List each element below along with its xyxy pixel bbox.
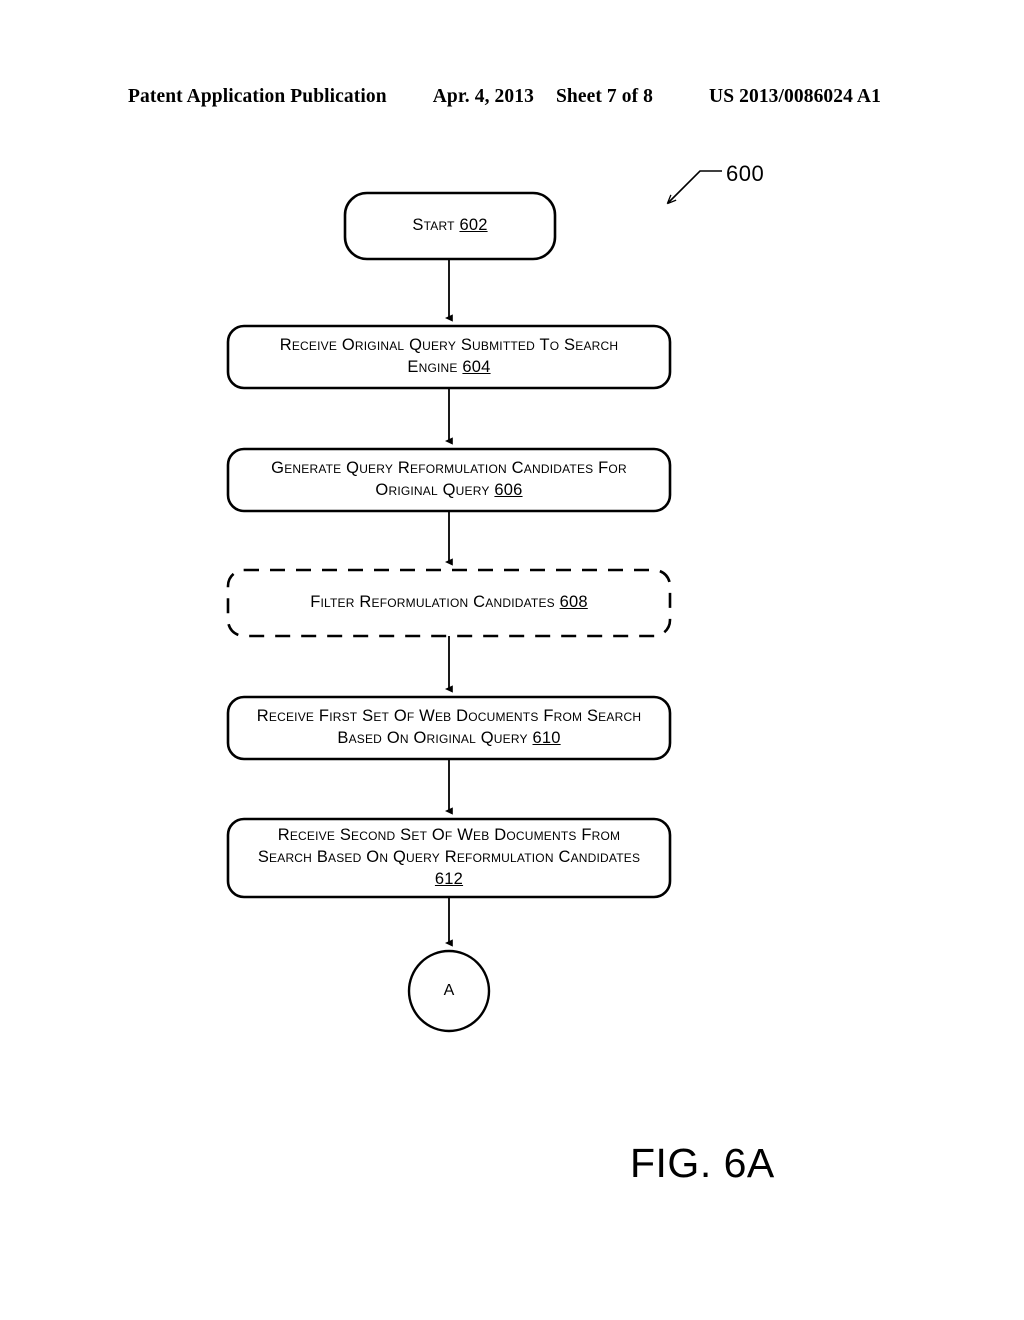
node-shape-connector-a <box>407 949 491 1033</box>
node-shape-step-608 <box>226 568 672 638</box>
flowchart-figure-600: Start 602 Receive Original Query Submitt… <box>0 0 1024 1320</box>
node-shape-start <box>343 191 557 261</box>
figure-caption: FIG. 6A <box>630 1140 775 1186</box>
lead-line-600 <box>666 170 722 205</box>
flowchart-canvas <box>226 170 722 1033</box>
node-shape-step-604 <box>226 324 672 390</box>
figure-reference-numeral-600: 600 <box>726 161 765 186</box>
node-shape-step-612 <box>226 817 672 899</box>
node-shape-step-610 <box>226 695 672 761</box>
node-shape-step-606 <box>226 447 672 513</box>
